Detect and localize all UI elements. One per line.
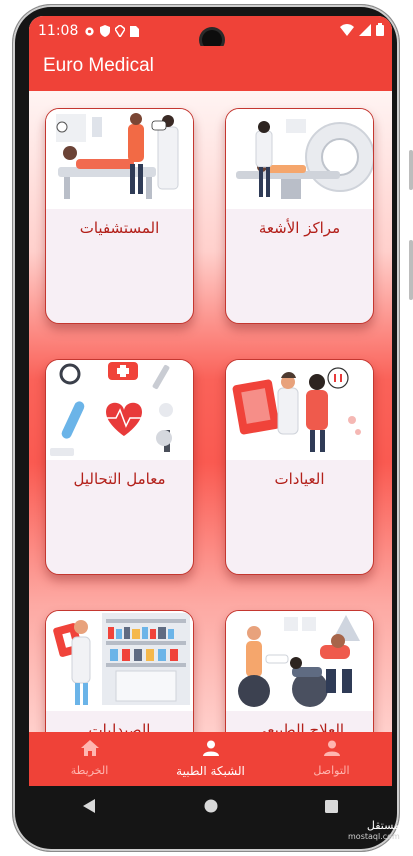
home-button-icon[interactable] bbox=[204, 799, 218, 813]
watermark-sub: mostaql.com bbox=[348, 832, 400, 841]
sim-icon bbox=[130, 25, 140, 37]
card-labs[interactable]: معامل التحاليل bbox=[45, 359, 194, 575]
person-icon bbox=[202, 740, 219, 756]
card-pharmacies[interactable]: الصيدليات bbox=[45, 610, 194, 732]
clinics-illustration bbox=[226, 360, 373, 460]
card-label: العيادات bbox=[274, 470, 325, 488]
card-label: المستشفيات bbox=[79, 219, 160, 237]
hospital-illustration bbox=[46, 109, 193, 209]
nav-item-contact[interactable]: التواصل bbox=[271, 732, 392, 786]
app-bar: Euro Medical bbox=[29, 46, 392, 91]
nav-label: الشبكة الطبية bbox=[176, 764, 245, 778]
wifi-icon bbox=[340, 23, 354, 36]
watermark: مستقل mostaql.com bbox=[348, 820, 400, 842]
card-radiology[interactable]: مراكز الأشعة bbox=[225, 108, 374, 324]
card-physiotherapy[interactable]: العلاج الطبيعي bbox=[225, 610, 374, 732]
lab-tests-illustration bbox=[46, 360, 193, 460]
nav-label: التواصل bbox=[313, 764, 350, 777]
card-hospitals[interactable]: المستشفيات bbox=[45, 108, 194, 324]
gear-icon bbox=[85, 26, 94, 36]
card-label: معامل التحاليل bbox=[73, 470, 166, 488]
card-label: الصيدليات bbox=[88, 721, 151, 732]
xray-center-illustration bbox=[226, 109, 373, 209]
bottom-navigation: الخريطة الشبكة الطبية التواصل bbox=[29, 732, 392, 786]
watermark-text: مستقل bbox=[366, 819, 400, 832]
volume-button bbox=[409, 240, 413, 300]
signal-icon bbox=[359, 23, 371, 36]
card-label: مراكز الأشعة bbox=[258, 219, 341, 237]
nav-item-medical-network[interactable]: الشبكة الطبية bbox=[150, 732, 271, 786]
card-label: العلاج الطبيعي bbox=[254, 721, 345, 732]
app-title: Euro Medical bbox=[43, 55, 154, 76]
category-grid[interactable]: المستشفيات مراكز الأشعة معامل التحاليل ا… bbox=[29, 91, 392, 732]
back-icon[interactable] bbox=[82, 799, 97, 813]
nav-label: الخريطة bbox=[70, 764, 109, 777]
shield-icon bbox=[100, 25, 111, 37]
card-clinics[interactable]: العيادات bbox=[225, 359, 374, 575]
vpn-icon bbox=[115, 25, 126, 37]
physiotherapy-illustration bbox=[226, 611, 373, 711]
battery-icon bbox=[376, 23, 384, 36]
system-navigation-bar bbox=[29, 786, 392, 826]
status-time: 11:08 bbox=[38, 23, 79, 39]
pharmacy-illustration bbox=[46, 611, 193, 711]
home-icon bbox=[80, 740, 99, 756]
recents-icon[interactable] bbox=[325, 799, 339, 813]
nav-item-map[interactable]: الخريطة bbox=[29, 732, 150, 786]
person-icon bbox=[323, 740, 340, 756]
app-screen: 11:08 Euro Medical المستشفيات مراكز الأش… bbox=[29, 16, 392, 786]
power-button bbox=[409, 150, 413, 190]
